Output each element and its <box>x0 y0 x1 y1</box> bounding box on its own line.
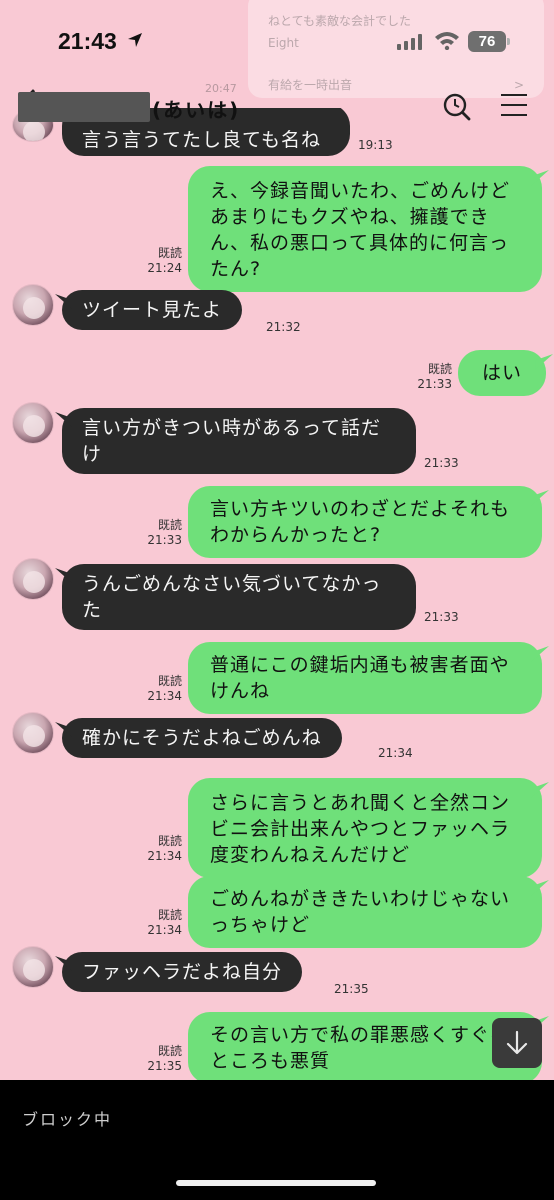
message-text: ツイート見たよ <box>82 299 223 321</box>
message-text: 確かにそうだよねごめんね <box>82 727 322 749</box>
message-time: 21:34 <box>147 923 182 937</box>
message-meta: 既読 21:34 <box>130 834 182 864</box>
message-bubble-sent[interactable]: はい <box>458 350 547 396</box>
message-bubble-sent[interactable]: 普通にこの鍵垢内通も被害者面やけんね <box>188 642 542 714</box>
read-receipt: 既読 <box>157 246 182 260</box>
message-text: 言い方がきつい時があるって話だけ <box>82 417 382 465</box>
blocked-label: ブロック中 <box>22 1110 113 1129</box>
message-time: 21:34 <box>147 689 182 703</box>
message-time: 19:13 <box>358 138 393 152</box>
scroll-to-bottom-button[interactable] <box>492 1018 542 1068</box>
read-receipt: 既読 <box>157 834 182 848</box>
chat-area[interactable]: 言う言うてたし良ても名ね 19:13 え、今録音聞いたわ、ごめんけどあまりにもク… <box>0 108 554 1080</box>
message-time: 21:33 <box>424 610 459 624</box>
read-receipt: 既読 <box>157 1044 182 1058</box>
avatar[interactable] <box>12 712 54 754</box>
avatar[interactable] <box>12 946 54 988</box>
message-bubble-sent[interactable]: その言い方で私の罪悪感くすぐるところも悪質 <box>188 1012 542 1080</box>
status-time: 21:43 <box>58 28 117 54</box>
read-receipt: 既読 <box>427 362 452 376</box>
search-icon[interactable] <box>442 92 472 122</box>
message-bubble-sent[interactable]: ごめんねがききたいわけじゃないっちゃけど <box>188 876 542 948</box>
message-bubble-sent[interactable]: え、今録音聞いたわ、ごめんけどあまりにもクズやね、擁護できん、私の悪口って具体的… <box>188 166 542 292</box>
message-bubble-sent[interactable]: 言い方キツいのわざとだよそれもわからんかったと? <box>188 486 542 558</box>
menu-icon[interactable] <box>501 94 527 120</box>
message-time: 21:34 <box>147 849 182 863</box>
message-bubble-received[interactable]: うんごめんなさい気づいてなかった <box>62 564 416 630</box>
message-text: 言い方キツいのわざとだよそれもわからんかったと? <box>210 498 511 546</box>
message-time: 21:33 <box>417 377 452 391</box>
message-text: さらに言うとあれ聞くと全然コンビニ会計出来んやつとファッヘラ度変わんねえんだけど <box>210 792 511 866</box>
notification-line: Eight <box>268 36 299 50</box>
read-receipt: 既読 <box>157 908 182 922</box>
message-meta: 既読 21:35 <box>130 1044 182 1074</box>
message-meta: 既読 21:33 <box>130 518 182 548</box>
message-time: 21:32 <box>266 320 301 334</box>
read-receipt: 既読 <box>157 518 182 532</box>
message-time: 21:35 <box>147 1059 182 1073</box>
message-meta: 既読 21:33 <box>400 362 452 392</box>
location-arrow-icon <box>128 33 142 47</box>
message-text: その言い方で私の罪悪感くすぐるところも悪質 <box>210 1024 510 1072</box>
message-time: 21:33 <box>147 533 182 547</box>
avatar[interactable] <box>12 284 54 326</box>
message-bubble-sent[interactable]: さらに言うとあれ聞くと全然コンビニ会計出来んやつとファッヘラ度変わんねえんだけど <box>188 778 542 878</box>
message-bubble-received[interactable]: 確かにそうだよねごめんね <box>62 718 342 758</box>
message-meta: 既読 21:34 <box>130 674 182 704</box>
message-meta: 既読 21:34 <box>130 908 182 938</box>
message-bubble-received[interactable]: ファッヘラだよね自分 <box>62 952 303 992</box>
redacted-name <box>18 92 150 122</box>
message-text: 普通にこの鍵垢内通も被害者面やけんね <box>210 654 510 702</box>
message-time: 21:24 <box>147 261 182 275</box>
message-time: 21:35 <box>334 982 369 996</box>
arrow-down-icon <box>506 1030 528 1055</box>
message-text: はい <box>482 362 523 384</box>
home-indicator[interactable] <box>176 1180 376 1186</box>
message-bubble-received[interactable]: ツイート見たよ <box>62 290 243 330</box>
avatar[interactable] <box>12 402 54 444</box>
contact-name[interactable]: (あいは) <box>152 94 240 123</box>
message-time: 21:34 <box>378 746 413 760</box>
message-bubble-received[interactable]: 言い方がきつい時があるって話だけ <box>62 408 416 474</box>
chat-header: 20:47 (あいは) <box>0 82 554 134</box>
read-receipt: 既読 <box>157 674 182 688</box>
message-time: 21:33 <box>424 456 459 470</box>
message-meta: 既読 21:24 <box>130 246 182 276</box>
notification-line: ねとても素敵な会計でした <box>268 14 412 28</box>
message-text: うんごめんなさい気づいてなかった <box>82 573 382 621</box>
message-text: え、今録音聞いたわ、ごめんけどあまりにもクズやね、擁護できん、私の悪口って具体的… <box>210 180 511 280</box>
message-text: ごめんねがききたいわけじゃないっちゃけど <box>210 888 511 936</box>
avatar[interactable] <box>12 558 54 600</box>
message-text: ファッヘラだよね自分 <box>82 961 283 983</box>
